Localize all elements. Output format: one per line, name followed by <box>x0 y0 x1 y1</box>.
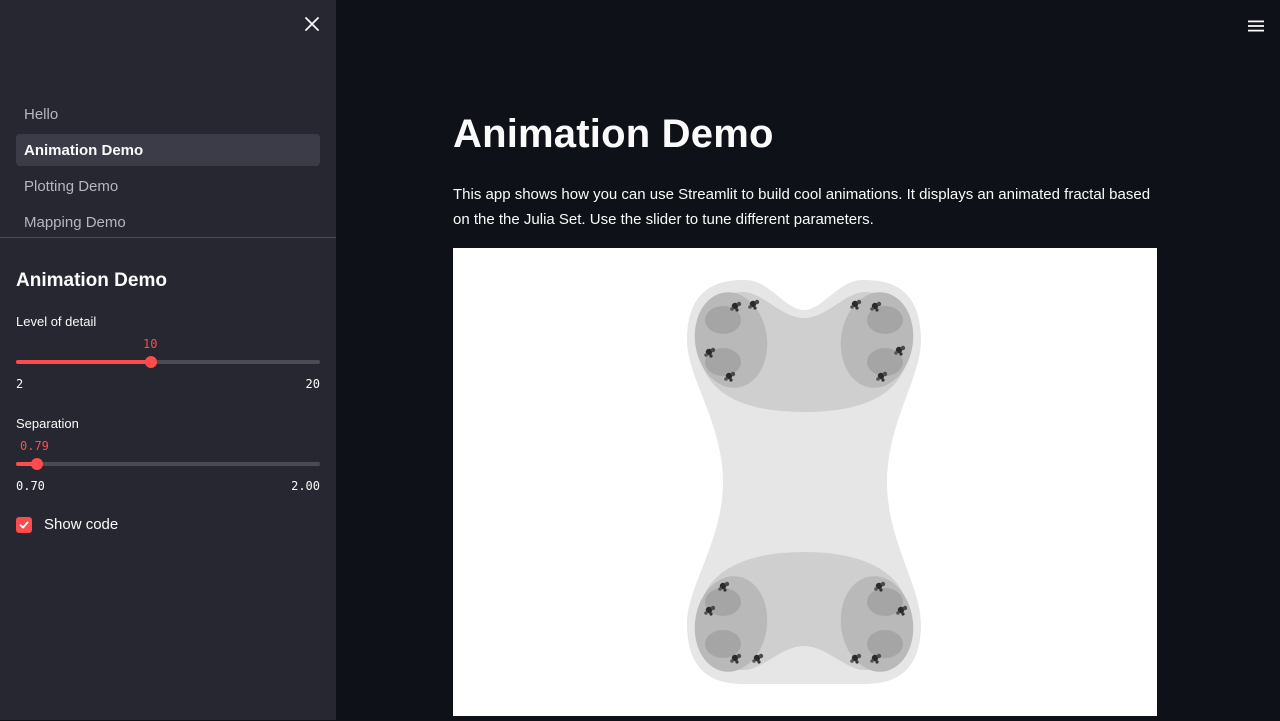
sidebar-item-plotting-demo[interactable]: Plotting Demo <box>16 170 320 202</box>
level-of-detail-slider-fill <box>16 360 151 364</box>
show-code-label: Show code <box>44 516 119 533</box>
julia-set-fractal <box>687 280 921 684</box>
checkmark-icon <box>19 521 29 528</box>
separation-value: 0.79 <box>20 439 49 453</box>
separation-slider-thumb[interactable] <box>31 458 43 470</box>
nav-divider <box>0 237 336 238</box>
separation-slider-group: Separation 0.79 0.70 2.00 <box>16 416 320 496</box>
sidebar-section-title: Animation Demo <box>16 270 167 291</box>
sidebar-nav: Hello Animation Demo Plotting Demo Mappi… <box>16 98 320 242</box>
close-sidebar-button[interactable] <box>300 12 324 36</box>
level-of-detail-slider[interactable] <box>16 356 320 368</box>
level-of-detail-label: Level of detail <box>16 314 97 329</box>
sidebar-item-animation-demo[interactable]: Animation Demo <box>16 134 320 166</box>
level-of-detail-slider-thumb[interactable] <box>145 356 157 368</box>
hamburger-menu-icon <box>1248 20 1264 32</box>
close-icon <box>305 17 319 31</box>
fractal-image <box>453 248 1157 716</box>
show-code-checkbox[interactable]: Show code <box>16 516 118 533</box>
page-title: Animation Demo <box>453 112 774 156</box>
sidebar-item-hello[interactable]: Hello <box>16 98 320 130</box>
main-menu-button[interactable] <box>1244 14 1268 38</box>
separation-slider[interactable] <box>16 458 320 470</box>
level-of-detail-min: 2 <box>16 377 24 391</box>
level-of-detail-value: 10 <box>143 337 158 351</box>
separation-max: 2.00 <box>291 479 320 493</box>
checkbox-box[interactable] <box>16 516 32 533</box>
separation-min: 0.70 <box>16 479 45 493</box>
separation-label: Separation <box>16 416 79 431</box>
level-of-detail-slider-group: Level of detail 10 2 20 <box>16 314 320 394</box>
sidebar: Hello Animation Demo Plotting Demo Mappi… <box>0 0 336 720</box>
sidebar-item-mapping-demo[interactable]: Mapping Demo <box>16 206 320 238</box>
page-description: This app shows how you can use Streamlit… <box>453 186 1151 228</box>
level-of-detail-max: 20 <box>305 377 320 391</box>
